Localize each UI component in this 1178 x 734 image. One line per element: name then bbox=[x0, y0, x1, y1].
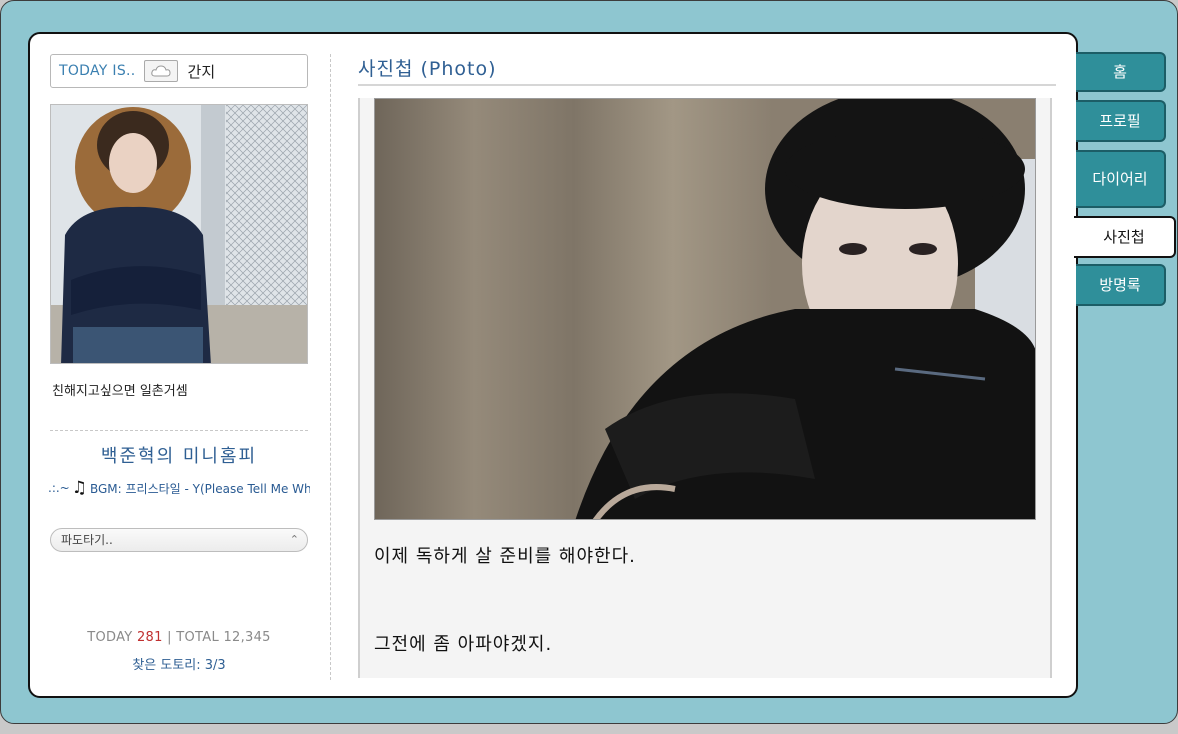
bgm-prefix: .:.~ bbox=[48, 481, 70, 495]
tab-guestbook[interactable]: 방명록 bbox=[1076, 264, 1166, 306]
today-count-value: 281 bbox=[136, 630, 163, 645]
post-text-line-1: 이제 독하게 살 준비를 해야한다. bbox=[374, 546, 636, 567]
page-title: 사진첩 (Photo) bbox=[358, 58, 497, 80]
post-photo[interactable] bbox=[374, 98, 1036, 520]
tab-profile[interactable]: 프로필 bbox=[1076, 100, 1166, 142]
total-count-value: 12,345 bbox=[223, 630, 271, 645]
dropdown-selected-value: 파도타기.. bbox=[61, 533, 113, 547]
tab-diary[interactable]: 다이어리 bbox=[1076, 150, 1166, 208]
title-underline bbox=[358, 84, 1056, 86]
bgm-text: BGM: 프리스타일 - Y(Please Tell Me Wh bbox=[89, 481, 310, 496]
chevron-updown-icon: ⌃ bbox=[289, 533, 299, 546]
mood-text: 간지 bbox=[187, 62, 216, 81]
today-count-label: TODAY bbox=[87, 630, 133, 645]
main-panel: TODAY IS.. 간지 친해지고싶으면 일촌거셈 백준혁의 미니홈피 .:.… bbox=[28, 32, 1078, 698]
left-divider bbox=[50, 430, 308, 431]
tab-photo[interactable]: 사진첩 bbox=[1074, 216, 1176, 258]
post-text-line-2: 그전에 좀 아파야겠지. bbox=[374, 634, 553, 655]
photo-post: 이제 독하게 살 준비를 해야한다. 그전에 좀 아파야겠지. bbox=[358, 98, 1052, 678]
music-note-icon: ♫ bbox=[71, 478, 87, 498]
total-count-label: TOTAL bbox=[176, 630, 219, 645]
column-divider bbox=[330, 54, 331, 680]
today-mood-box: TODAY IS.. 간지 bbox=[50, 54, 308, 88]
tab-home[interactable]: 홈 bbox=[1076, 52, 1166, 92]
acorn-count: 찾은 도토리: 3/3 bbox=[132, 658, 226, 673]
profile-intro-text: 친해지고싶으면 일촌거셈 bbox=[52, 384, 188, 399]
visitor-counter: TODAY 281 | TOTAL 12,345 bbox=[50, 630, 308, 645]
today-label: TODAY IS.. bbox=[59, 63, 136, 79]
homepage-title[interactable]: 백준혁의 미니홈피 bbox=[50, 442, 308, 468]
wave-surf-dropdown[interactable]: 파도타기.. ⌃ bbox=[50, 528, 308, 552]
bgm-marquee[interactable]: .:.~ ♫ BGM: 프리스타일 - Y(Please Tell Me Wh bbox=[48, 478, 310, 498]
counter-separator: | bbox=[167, 630, 172, 645]
profile-photo bbox=[50, 104, 308, 364]
cloud-icon bbox=[143, 60, 178, 82]
